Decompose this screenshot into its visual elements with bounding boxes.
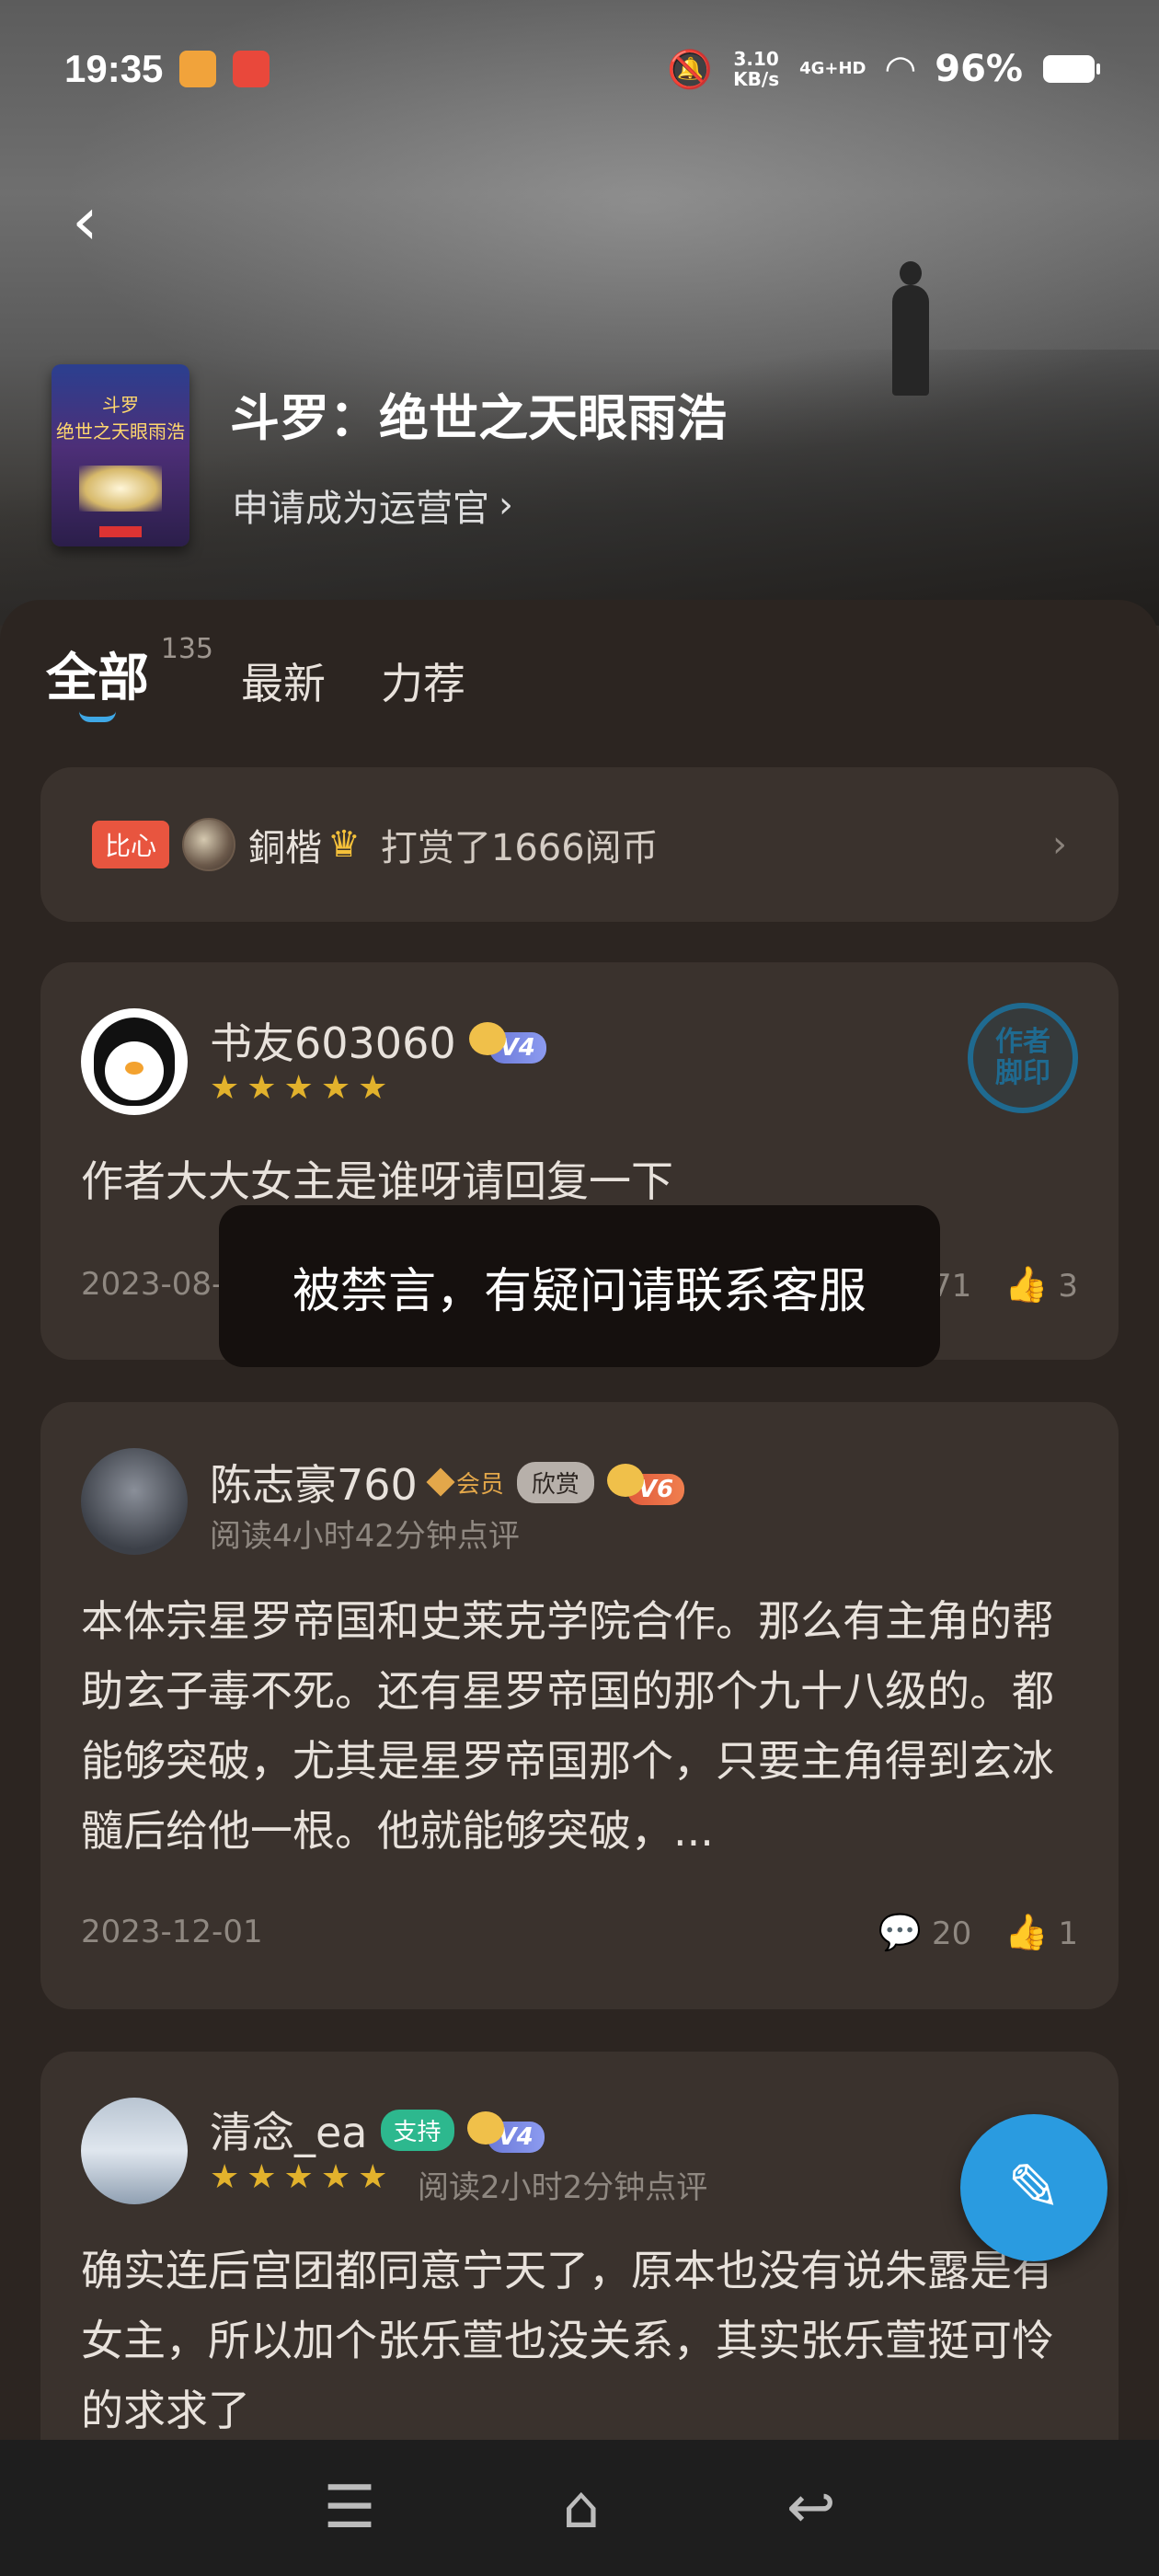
net-speed: 3.10 KB/s (733, 49, 779, 89)
book-title: 斗罗：绝世之天眼雨浩 (230, 389, 727, 447)
level-avatar-icon (606, 1464, 644, 1497)
reply-button[interactable]: 💬 20 (878, 1912, 971, 1953)
vip-label: 会员 (455, 1470, 504, 1499)
system-nav-bar: ☰ ⌂ ↩ (0, 2440, 1159, 2576)
avatar (182, 818, 236, 871)
status-bar: 19:35 🔕 3.10 KB/s 4G+HD ◠ 96% (0, 0, 1159, 138)
level-avatar-icon (468, 1022, 506, 1055)
home-icon[interactable]: ⌂ (563, 2474, 601, 2542)
app-notification-icon (179, 51, 217, 87)
tab-latest[interactable]: 最新 (241, 650, 326, 711)
chevron-right-icon: › (499, 484, 513, 526)
cover-art-badge (99, 526, 142, 537)
vip-gem-icon (426, 1467, 455, 1497)
mute-icon: 🔕 (667, 48, 714, 91)
seal-line-1: 作者 (995, 1026, 1050, 1058)
seal-line-2: 脚印 (995, 1057, 1050, 1089)
write-comment-button[interactable]: ✎ (960, 2114, 1107, 2261)
like-button[interactable]: 👍 1 (1004, 1912, 1078, 1953)
avatar[interactable] (81, 1008, 188, 1115)
appreciate-tag: 欣赏 (516, 1461, 594, 1503)
comment-tabs: 全部 135 最新 力荐 (46, 633, 465, 711)
rating-stars: ★★★★★ (210, 1069, 396, 1107)
back-button[interactable]: ‹ (72, 188, 118, 254)
rating-stars: ★★★★★ (210, 2158, 396, 2196)
username[interactable]: 清念_ea (210, 2099, 368, 2160)
apply-operator-link[interactable]: 申请成为运营官 › (232, 478, 513, 532)
cover-art-book (79, 466, 162, 512)
read-duration: 阅读2小时2分钟点评 (418, 2169, 708, 2206)
comment-user-row: 清念_ea 支持 V4 (210, 2099, 545, 2160)
comment-bubble-icon: 💬 (878, 1912, 923, 1952)
net-speed-unit: KB/s (733, 68, 780, 90)
tab-all-label: 全部 (46, 649, 149, 708)
app-notification-icon (233, 51, 270, 87)
crown-icon: ♛ (327, 823, 361, 866)
username[interactable]: 书友603060 (210, 1010, 456, 1071)
support-tag: 支持 (380, 2109, 454, 2151)
reply-count: 20 (931, 1915, 972, 1952)
bixin-badge: 比心 (92, 821, 170, 868)
status-right: 🔕 3.10 KB/s 4G+HD ◠ 96% (667, 48, 1100, 91)
battery-icon (1043, 55, 1100, 83)
standing-figure (892, 261, 929, 396)
chevron-right-icon: › (1052, 823, 1067, 866)
thumbs-up-icon: 👍 (1004, 1264, 1049, 1305)
tip-banner[interactable]: 比心 銅楷 ♛ 打赏了1666阅币 › (40, 767, 1119, 922)
net-speed-value: 3.10 (733, 48, 779, 70)
comment-user-row: 陈志豪760 会员 欣赏 V6 (210, 1452, 685, 1512)
quill-pen-icon: ✎ (1006, 2150, 1061, 2225)
tab-all-count: 135 (160, 633, 213, 665)
username[interactable]: 陈志豪760 (210, 1452, 418, 1512)
comment-date: 2023-12-01 (81, 1914, 263, 1950)
network-type: 4G+HD (799, 59, 866, 78)
like-button[interactable]: 👍 3 (1004, 1264, 1078, 1305)
like-count: 3 (1058, 1268, 1078, 1305)
status-time: 19:35 (64, 47, 164, 90)
tip-username: 銅楷 (248, 827, 323, 869)
chevron-left-icon: ‹ (72, 182, 98, 259)
tip-action: 打赏了1666阅币 (380, 827, 659, 869)
menu-icon[interactable]: ☰ (323, 2474, 375, 2542)
tab-recommended[interactable]: 力荐 (381, 650, 465, 711)
tab-all[interactable]: 全部 135 (46, 633, 213, 711)
comment-user-row: 书友603060 V4 (210, 1010, 546, 1071)
comment-text: 确实连后宫团都同意宁天了，原本也没有说朱露是有女主，所以加个张乐萱也没关系，其实… (81, 2246, 1054, 2435)
active-tab-indicator (79, 711, 116, 722)
avatar[interactable] (81, 1448, 188, 1555)
comment-actions: 💬 20 👍 1 (878, 1912, 1078, 1953)
wifi-icon: ◠ (886, 48, 915, 90)
comment-text: 本体宗星罗帝国和史莱克学院合作。那么有主角的帮助玄子毒不死。还有星罗帝国的那个九… (81, 1596, 1054, 1856)
penguin-avatar-art (125, 1062, 143, 1075)
book-cover[interactable]: 斗罗 绝世之天眼雨浩 (52, 364, 189, 546)
apply-operator-label: 申请成为运营官 (232, 488, 489, 530)
like-count: 1 (1058, 1915, 1078, 1952)
comment-card[interactable]: 陈志豪760 会员 欣赏 V6 阅读4小时42分钟点评 本体宗星罗帝国和史莱克学… (40, 1402, 1119, 2009)
battery-percent: 96% (935, 48, 1023, 90)
read-duration: 阅读4小时42分钟点评 (210, 1518, 520, 1555)
avatar[interactable] (81, 2098, 188, 2204)
vip-tag: 会员 (426, 1466, 504, 1500)
author-footprint-seal: 作者 脚印 (968, 1003, 1078, 1113)
back-icon[interactable]: ↩ (786, 2474, 836, 2542)
toast-message: 被禁言，有疑问请联系客服 (219, 1205, 940, 1367)
cover-art-text: 斗罗 绝世之天眼雨浩 (56, 394, 185, 443)
thumbs-up-icon: 👍 (1004, 1912, 1049, 1952)
level-avatar-icon (466, 2111, 504, 2145)
